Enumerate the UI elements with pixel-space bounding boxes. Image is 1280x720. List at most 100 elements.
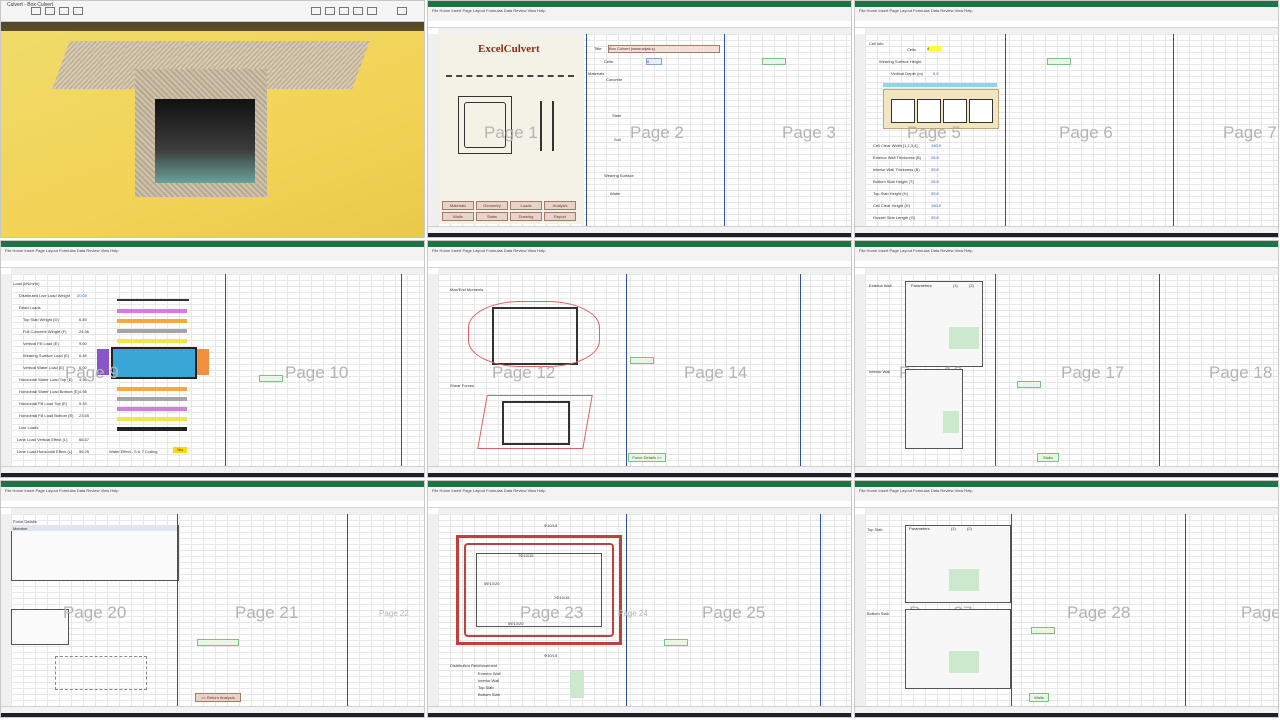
row-value[interactable]: 25.0 bbox=[931, 167, 939, 172]
ribbon-tabs[interactable]: File Home Insert Page Layout Formulas Da… bbox=[432, 8, 546, 13]
hidden-cell bbox=[630, 357, 654, 364]
page-break bbox=[1011, 514, 1012, 707]
divider bbox=[446, 75, 574, 77]
walls-button[interactable]: Walls bbox=[442, 212, 474, 221]
excel-ribbon: File Home Insert Page Layout Formulas Da… bbox=[1, 247, 424, 262]
water-effect-label: Water Effect - 5 & 7 Coding bbox=[109, 449, 158, 454]
excel-panel-forces: File Home Insert Page Layout Formulas Da… bbox=[0, 480, 425, 718]
ribbon-tabs[interactable]: File Home Insert Page Layout Formulas Da… bbox=[5, 488, 119, 493]
view-top-icon[interactable] bbox=[339, 7, 349, 15]
page-label: Page 7 bbox=[1223, 123, 1277, 142]
geometry-button[interactable]: Geometry bbox=[476, 201, 508, 210]
dist-row-label: Interior Wall bbox=[478, 678, 500, 683]
pan-icon[interactable] bbox=[73, 7, 83, 15]
row-label: Live Loads bbox=[19, 425, 39, 430]
cell-2 bbox=[917, 99, 941, 123]
cell-info-header: Cell info bbox=[869, 41, 884, 46]
row-value[interactable]: 25.0 bbox=[931, 179, 939, 184]
taskbar bbox=[855, 713, 1278, 717]
top-slab-table bbox=[905, 525, 1011, 603]
page-break bbox=[820, 514, 821, 707]
col-header: Parameters bbox=[909, 526, 930, 531]
report-button[interactable]: Report bbox=[544, 212, 576, 221]
ribbon-tabs[interactable]: File Home Insert Page Layout Formulas Da… bbox=[859, 8, 973, 13]
row-label: Horizontal Water Load Bottom (E) bbox=[19, 389, 79, 394]
row-label: Gusset Side Length (G) bbox=[873, 215, 916, 220]
camera-icon[interactable] bbox=[367, 7, 377, 15]
title-input[interactable]: Box Culvert (www.wijak.s) bbox=[608, 45, 720, 53]
ribbon-tabs[interactable]: File Home Insert Page Layout Formulas Da… bbox=[859, 488, 973, 493]
row-value[interactable]: 25.0 bbox=[931, 215, 939, 220]
view-front-icon[interactable] bbox=[311, 7, 321, 15]
col-header: Parameters bbox=[911, 283, 932, 288]
slabs-link[interactable]: Slabs bbox=[1037, 453, 1059, 462]
load-band bbox=[117, 427, 187, 431]
water-effect-toggle[interactable]: Yes bbox=[173, 447, 187, 453]
force-table-header bbox=[11, 525, 177, 531]
formula-bar[interactable] bbox=[855, 501, 1278, 508]
vertical-depth-value[interactable]: 0.0 bbox=[933, 71, 939, 76]
row-label: Distributed Live Load Weight bbox=[19, 293, 71, 298]
formula-bar[interactable] bbox=[1, 501, 424, 508]
row-label: Horizontal Fill Load Bottom (E) bbox=[19, 413, 74, 418]
culvert-render[interactable]: Culvert - Box Culvert bbox=[1, 1, 424, 237]
bottom-slab-table bbox=[905, 609, 1011, 689]
row-label: Vertical Fill Load (E) bbox=[23, 341, 59, 346]
formula-bar[interactable] bbox=[428, 261, 851, 268]
return-analysis-link[interactable]: << Return Analysis bbox=[195, 693, 241, 702]
distribution-label: Distribution Reinforcement bbox=[450, 663, 498, 668]
load-band bbox=[117, 329, 187, 333]
ribbon-tabs[interactable]: File Home Insert Page Layout Formulas Da… bbox=[859, 248, 973, 253]
close-icon[interactable] bbox=[397, 7, 407, 15]
row-value[interactable]: 20.00 bbox=[77, 293, 87, 298]
row-value[interactable]: 150.0 bbox=[931, 143, 941, 148]
rotate-icon[interactable] bbox=[45, 7, 55, 15]
formula-bar[interactable] bbox=[428, 21, 851, 28]
result-cells bbox=[949, 651, 979, 673]
taskbar bbox=[428, 713, 851, 717]
row-value: 4.98 bbox=[79, 389, 87, 394]
drawing-button[interactable]: Drawing bbox=[510, 212, 542, 221]
cells-input[interactable]: 0 bbox=[646, 58, 662, 65]
view-side-icon[interactable] bbox=[325, 7, 335, 15]
ribbon-tabs[interactable]: File Home Insert Page Layout Formulas Da… bbox=[432, 488, 546, 493]
materials-button[interactable]: Materials bbox=[442, 201, 474, 210]
force-details-link[interactable]: Force Details >> bbox=[628, 453, 666, 462]
row-label: Top Slab Height (H) bbox=[873, 191, 908, 196]
excel-panel-drawing: File Home Insert Page Layout Formulas Da… bbox=[427, 480, 852, 718]
materials-label: Materials bbox=[588, 71, 605, 76]
cells-label: Cells: bbox=[604, 59, 615, 64]
home-icon[interactable] bbox=[31, 7, 41, 15]
dimension-label: Φ10/15 bbox=[544, 523, 558, 528]
cell-1 bbox=[891, 99, 915, 123]
analysis-button[interactable]: Analysis bbox=[544, 201, 576, 210]
page-break bbox=[225, 274, 226, 467]
page-label: Page bbox=[1241, 603, 1279, 622]
excel-ribbon: File Home Insert Page Layout Formulas Da… bbox=[428, 487, 851, 502]
row-value[interactable]: 25.0 bbox=[931, 191, 939, 196]
slabs-button[interactable]: Slabs bbox=[476, 212, 508, 221]
formula-bar[interactable] bbox=[1, 261, 424, 268]
wearing-surface-label: Wearing Surface Height bbox=[879, 59, 922, 64]
row-label: Interior Wall Thickness (B) bbox=[873, 167, 920, 172]
row-value[interactable]: 25.0 bbox=[931, 155, 939, 160]
load-band bbox=[117, 417, 187, 421]
loads-button[interactable]: Loads bbox=[510, 201, 542, 210]
formula-bar[interactable] bbox=[855, 21, 1278, 28]
excel-ribbon: File Home Insert Page Layout Formulas Da… bbox=[855, 247, 1278, 262]
cells-input[interactable]: 4 bbox=[927, 46, 941, 51]
page-break bbox=[626, 274, 627, 467]
zoom-icon[interactable] bbox=[59, 7, 69, 15]
walls-link[interactable]: Walls bbox=[1029, 693, 1049, 702]
status-bar bbox=[855, 226, 1278, 233]
formula-bar[interactable] bbox=[428, 501, 851, 508]
formula-bar[interactable] bbox=[855, 261, 1278, 268]
page-label: Page 12 bbox=[492, 363, 556, 382]
render-panel: Culvert - Box Culvert bbox=[0, 0, 425, 238]
render-toolbar: Culvert - Box Culvert bbox=[1, 1, 424, 22]
rebar-label: 7Φ10/15 bbox=[554, 595, 570, 600]
ribbon-tabs[interactable]: File Home Insert Page Layout Formulas Da… bbox=[432, 248, 546, 253]
row-value[interactable]: 150.0 bbox=[931, 203, 941, 208]
ribbon-tabs[interactable]: File Home Insert Page Layout Formulas Da… bbox=[5, 248, 119, 253]
settings-icon[interactable] bbox=[353, 7, 363, 15]
